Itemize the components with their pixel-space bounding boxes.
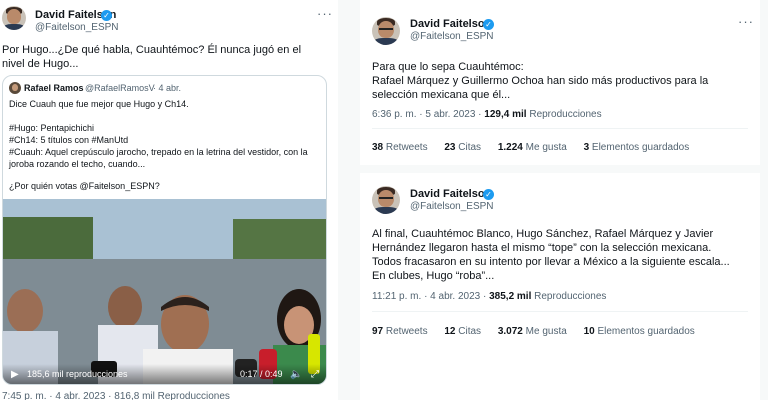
views-label: Reproducciones [526,109,602,120]
column-gap [338,0,360,400]
retweets-stat[interactable]: 38 Retweets [372,142,428,153]
expand-icon[interactable]: ⤢ [311,369,319,380]
top-right-tweet[interactable]: David Faitelson ✓ @Faitelson_ESPN ··· Pa… [360,0,760,165]
verified-badge-icon: ✓ [101,10,112,21]
play-icon[interactable]: ▶ [11,369,19,380]
verified-badge-icon: ✓ [483,189,494,200]
bookmarks-stat[interactable]: 10 Elementos guardados [584,326,695,337]
author-avatar[interactable] [372,186,400,214]
right-gutter [760,0,768,400]
quoted-line: #Cuauh: Aquel crepúsculo jarocho, trepad… [9,147,308,157]
engagement-stats: 97 Retweets 12 Citas 3.072 Me gusta 10 E… [372,326,695,337]
author-avatar[interactable] [2,6,26,30]
view-count: 129,4 mil [484,109,527,120]
tweet-line: En clubes, Hugo “roba”... [372,270,495,282]
author-handle[interactable]: @Faitelson_ESPN [410,31,494,42]
tweet-line: Rafael Márquez y Guillermo Ochoa han sid… [372,75,709,87]
bookmarks-stat[interactable]: 3 Elementos guardados [584,142,690,153]
tweet-line: Para que lo sepa Cuauhtémoc: [372,61,524,73]
divider [372,128,748,129]
video-frame [3,199,326,384]
tweet-timestamp: 6:36 p. m. · 5 abr. 2023 · 129,4 mil Rep… [372,109,602,120]
tweet-time[interactable]: 11:21 p. m. · 4 abr. 2023 · [372,291,489,302]
author-name[interactable]: David Faitelson [410,188,491,200]
quoted-author-name[interactable]: Rafael Ramos [24,83,84,93]
quoted-author-handle[interactable]: @RafaelRamosV [85,83,155,93]
author-name[interactable]: David Faitelson [410,18,491,30]
quoted-date: · 4 abr. [153,83,182,93]
row-gap [360,165,768,173]
more-icon[interactable]: ··· [738,14,754,29]
quoted-line: ¿Por quién votas @Faitelson_ESPN? [9,181,160,191]
tweet-time[interactable]: 6:36 p. m. · 5 abr. 2023 · [372,109,484,120]
quoted-line: joroba rozando el techo, cuando... [9,159,146,169]
quoted-line: #Hugo: Pentapichichi [9,123,95,133]
likes-stat[interactable]: 3.072 Me gusta [498,326,567,337]
verified-badge-icon: ✓ [483,19,494,30]
view-count: 385,2 mil [489,291,532,302]
engagement-stats: 38 Retweets 23 Citas 1.224 Me gusta 3 El… [372,142,689,153]
left-tweet[interactable]: David Faitelson ✓ @Faitelson_ESPN ··· Po… [0,0,338,400]
tweet-line: Hernández llegaron hasta el mismo “tope”… [372,242,712,254]
tweet-line: Todos fracasaron en su intento por lleva… [372,256,730,268]
video-time: 0:17 / 0:49 [240,369,283,379]
tweet-text: Por Hugo...¿De qué habla, Cuauhtémoc? Él… [2,44,302,70]
tweet-line: selección mexicana que él... [372,89,511,101]
likes-stat[interactable]: 1.224 Me gusta [498,142,567,153]
author-handle[interactable]: @Faitelson_ESPN [35,22,119,33]
quotes-stat[interactable]: 12 Citas [444,326,481,337]
quoted-tweet[interactable]: Rafael Ramos @RafaelRamosV · 4 abr. Dice… [2,75,327,385]
quotes-stat[interactable]: 23 Citas [444,142,481,153]
quoted-video[interactable]: ▶ 185,6 mil reproducciones 0:17 / 0:49 🔈… [3,199,326,384]
tweet-line: Al final, Cuauhtémoc Blanco, Hugo Sánche… [372,228,714,240]
retweets-stat[interactable]: 97 Retweets [372,326,428,337]
video-views: 185,6 mil reproducciones [27,369,128,379]
divider [372,311,748,312]
more-icon[interactable]: ··· [317,6,333,21]
quoted-line: Dice Cuauh que fue mejor que Hugo y Ch14… [9,99,189,109]
tweet-timestamp: 11:21 p. m. · 4 abr. 2023 · 385,2 mil Re… [372,291,606,302]
author-avatar[interactable] [372,17,400,45]
quoted-author-avatar [9,82,21,94]
views-label: Reproducciones [531,291,607,302]
author-handle[interactable]: @Faitelson_ESPN [410,201,494,212]
tweet-footer: 7:45 p. m. · 4 abr. 2023 · 816,8 mil Rep… [2,391,230,400]
bottom-right-tweet[interactable]: David Faitelson ✓ @Faitelson_ESPN Al fin… [360,173,760,345]
volume-icon[interactable]: 🔈 [290,369,302,380]
quoted-line: #Ch14: 5 títulos con #ManUtd [9,135,129,145]
